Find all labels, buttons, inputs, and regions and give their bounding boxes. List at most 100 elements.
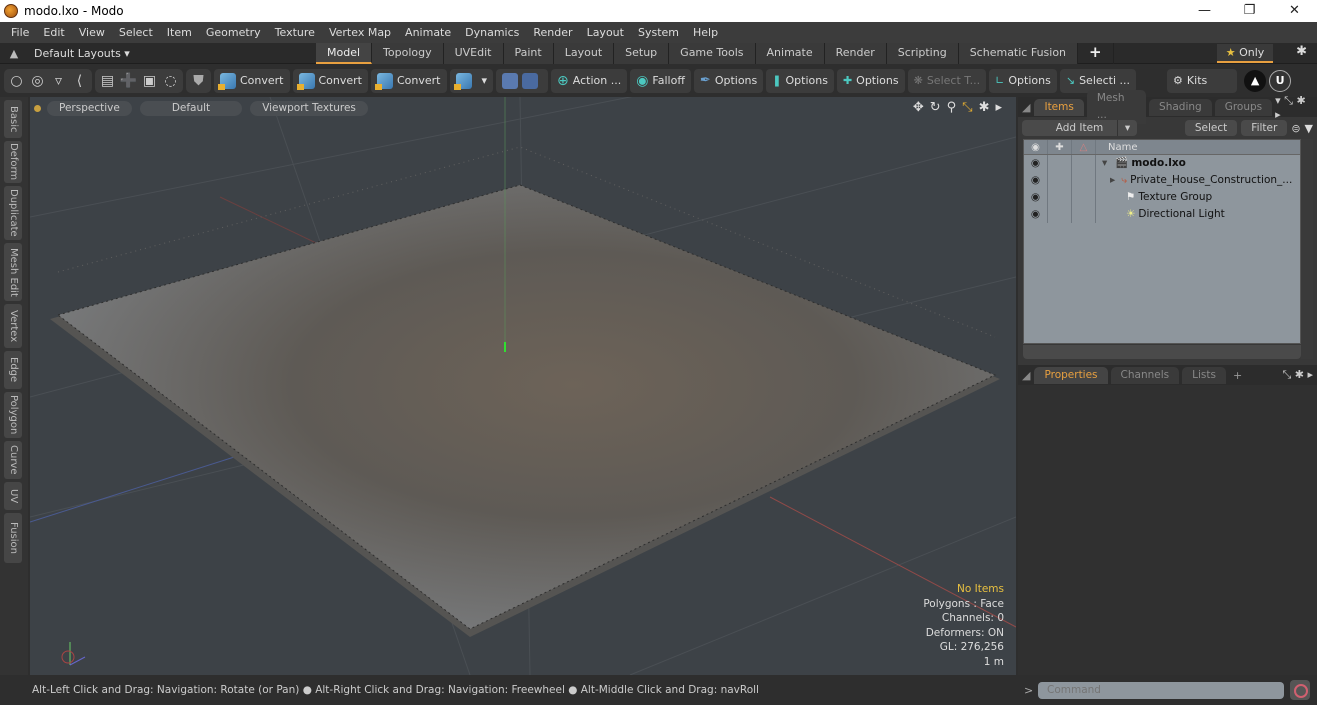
viewport-menu-dot[interactable]: [34, 104, 41, 112]
close-button[interactable]: ✕: [1272, 0, 1317, 22]
vtab-mesh-edit[interactable]: Mesh Edit: [4, 243, 22, 301]
pivot-mode-icon[interactable]: ◌: [160, 71, 181, 91]
selection-sets-button[interactable]: ↘ Selecti ...: [1059, 68, 1137, 93]
vtab-curve[interactable]: Curve: [4, 441, 22, 479]
tab-model[interactable]: Model: [316, 42, 373, 64]
maximize-icon[interactable]: ⤡: [1284, 94, 1293, 107]
maximize-icon[interactable]: ⤡: [1282, 368, 1291, 381]
restore-button[interactable]: ❐: [1227, 0, 1272, 22]
menu-vertex-map[interactable]: Vertex Map: [322, 26, 398, 39]
expand-right-icon[interactable]: ▸: [1275, 108, 1281, 121]
options-button-2[interactable]: ❚ Options: [766, 68, 834, 93]
tab-channels[interactable]: Channels: [1110, 366, 1180, 384]
rotate-icon[interactable]: ↻: [930, 100, 941, 115]
eye-icon[interactable]: ◉: [1024, 206, 1048, 223]
tab-paint[interactable]: Paint: [503, 42, 554, 64]
menu-layout[interactable]: Layout: [580, 26, 631, 39]
tab-items[interactable]: Items: [1034, 98, 1084, 116]
tab-layout[interactable]: Layout: [553, 42, 615, 64]
cube-dropdown-button[interactable]: ▾: [449, 68, 494, 93]
options-button-3[interactable]: ✚ Options: [836, 68, 905, 93]
3d-viewport[interactable]: Perspective Default Viewport Textures ✥ …: [30, 97, 1016, 675]
tab-lists[interactable]: Lists: [1182, 366, 1226, 384]
list-options-icon[interactable]: ⊜: [1291, 122, 1300, 135]
pan-icon[interactable]: ✥: [913, 100, 924, 115]
menu-geometry[interactable]: Geometry: [199, 26, 268, 39]
record-macro-button[interactable]: [1290, 680, 1310, 700]
expand-right-icon[interactable]: ▸: [1307, 368, 1313, 381]
menu-view[interactable]: View: [72, 26, 112, 39]
tab-properties[interactable]: Properties: [1034, 366, 1108, 384]
unity-icon[interactable]: ▲: [1244, 69, 1267, 92]
menu-select[interactable]: Select: [112, 26, 160, 39]
unreal-icon[interactable]: U: [1269, 69, 1292, 92]
globe-icon[interactable]: ◎: [27, 71, 48, 91]
items-horizontal-scrollbar[interactable]: [1023, 345, 1301, 359]
shading-dropdown[interactable]: Default: [139, 100, 243, 116]
menu-edit[interactable]: Edit: [36, 26, 71, 39]
panel-menu-icon[interactable]: ◢: [1022, 369, 1030, 382]
menu-texture[interactable]: Texture: [268, 26, 322, 39]
view-type-dropdown[interactable]: Perspective: [47, 100, 132, 116]
tab-groups[interactable]: Groups: [1214, 98, 1273, 116]
eye-icon[interactable]: ◉: [1024, 155, 1048, 172]
filter-button[interactable]: Filter: [1241, 120, 1288, 136]
list-item[interactable]: ◉ ▸ ⤷ Private_House_Construction_...: [1024, 172, 1300, 189]
funnel-icon[interactable]: ▼: [1305, 122, 1313, 135]
select-through-button[interactable]: ❋ Select T...: [907, 68, 987, 93]
edge-select-icon[interactable]: ⟨: [69, 71, 90, 91]
tab-topology[interactable]: Topology: [372, 42, 444, 64]
menu-animate[interactable]: Animate: [398, 26, 458, 39]
options-button-4[interactable]: ∟ Options: [989, 68, 1057, 93]
vtab-uv[interactable]: UV: [4, 482, 22, 510]
vtab-vertex[interactable]: Vertex: [4, 304, 22, 348]
eye-icon[interactable]: ◉: [1024, 189, 1048, 206]
add-item-button[interactable]: Add Item ▾: [1022, 120, 1137, 136]
layout-collapse-icon[interactable]: ▲: [4, 47, 24, 60]
options-button-1[interactable]: ✒ Options: [693, 68, 764, 93]
zoom-icon[interactable]: ⚲: [947, 100, 957, 115]
material-mode-icon[interactable]: ▣: [139, 71, 160, 91]
expand-arrow-icon[interactable]: ▾: [1102, 155, 1107, 172]
tab-render[interactable]: Render: [824, 42, 887, 64]
convert-button-2[interactable]: Convert: [292, 68, 368, 93]
action-center-button[interactable]: ⊕ Action ...: [551, 68, 628, 93]
panel-gear-icon[interactable]: ✱: [1296, 94, 1305, 107]
lock-column-icon[interactable]: ✚: [1048, 140, 1072, 154]
tab-shading[interactable]: Shading: [1149, 98, 1212, 116]
select-button[interactable]: Select: [1184, 120, 1238, 136]
menu-file[interactable]: File: [4, 26, 36, 39]
maximize-icon[interactable]: ⤡: [962, 100, 972, 115]
menu-render[interactable]: Render: [526, 26, 579, 39]
tab-setup[interactable]: Setup: [614, 42, 670, 64]
shield-icon[interactable]: ⛊: [188, 71, 209, 91]
snap-alt-icon[interactable]: [522, 72, 539, 89]
tab-animate[interactable]: Animate: [755, 42, 825, 64]
tab-schematic-fusion[interactable]: Schematic Fusion: [958, 42, 1079, 64]
vtab-duplicate[interactable]: Duplicate: [4, 186, 22, 240]
convert-button-1[interactable]: Convert: [214, 68, 290, 93]
list-item[interactable]: ◉ ☀ Directional Light: [1024, 206, 1300, 223]
menu-help[interactable]: Help: [686, 26, 725, 39]
falloff-button[interactable]: ◉ Falloff: [630, 68, 691, 93]
polygon-mode-icon[interactable]: ➕: [118, 71, 139, 91]
convert-button-3[interactable]: Convert: [371, 68, 447, 93]
tab-mesh[interactable]: Mesh ...: [1086, 90, 1147, 124]
default-layouts-dropdown[interactable]: Default Layouts ▾: [34, 47, 304, 60]
minimize-button[interactable]: —: [1182, 0, 1227, 22]
tab-scripting[interactable]: Scripting: [886, 42, 959, 64]
snap-icon[interactable]: [502, 72, 519, 89]
name-column-header[interactable]: Name: [1096, 140, 1138, 154]
menu-dynamics[interactable]: Dynamics: [458, 26, 526, 39]
viewport-gear-icon[interactable]: ✱: [979, 100, 990, 115]
vtab-basic[interactable]: Basic: [4, 100, 22, 138]
menu-system[interactable]: System: [631, 26, 686, 39]
only-toggle-button[interactable]: ★ Only: [1217, 44, 1273, 63]
kits-button[interactable]: ⚙ Kits: [1167, 68, 1238, 93]
panel-gear-icon[interactable]: ✱: [1295, 368, 1304, 381]
circle-select-icon[interactable]: ○: [6, 71, 27, 91]
vtab-deform[interactable]: Deform: [4, 141, 22, 183]
vtab-edge[interactable]: Edge: [4, 351, 22, 389]
gear-icon[interactable]: ✱: [1296, 44, 1307, 59]
list-item[interactable]: ◉ ⚑ Texture Group: [1024, 189, 1300, 206]
